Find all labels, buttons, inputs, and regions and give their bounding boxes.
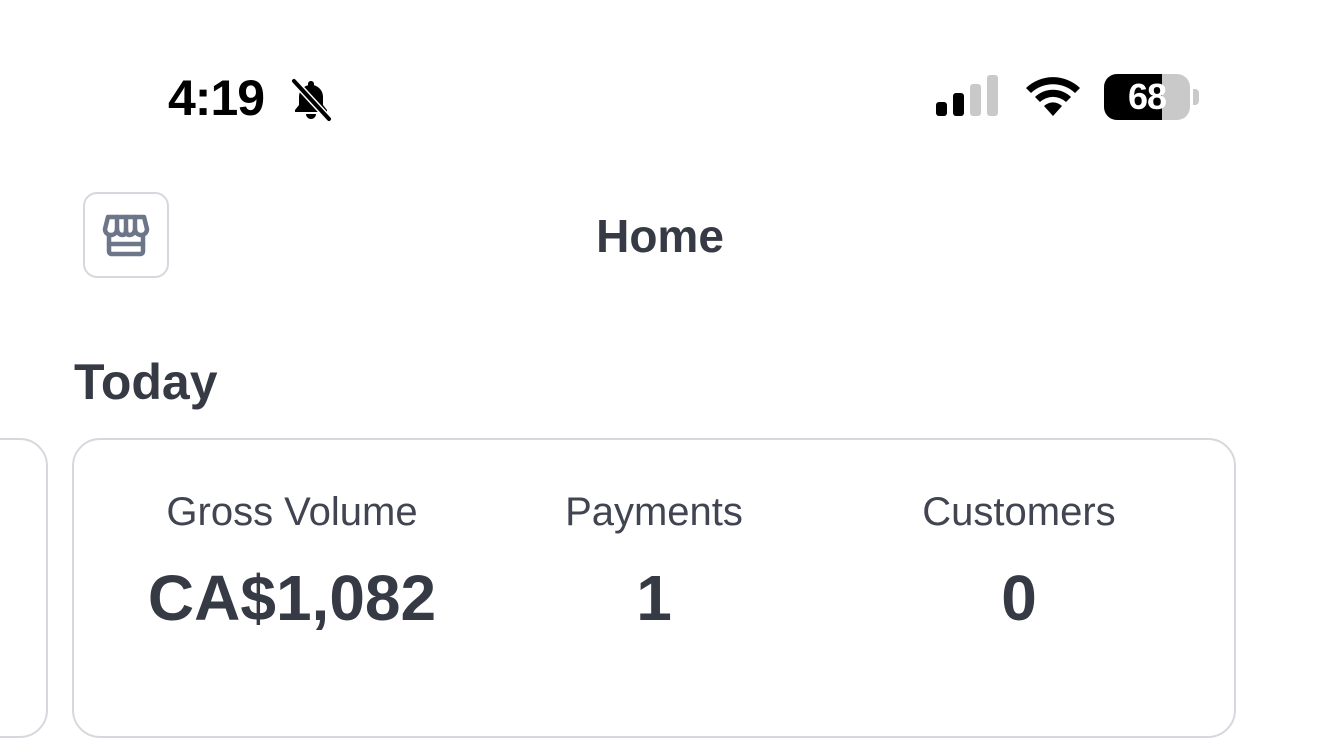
stat-value: 1 [636, 562, 672, 634]
battery-indicator: 68 [1104, 74, 1200, 120]
stat-label: Customers [922, 490, 1116, 534]
today-stats-card[interactable]: Gross Volume CA$1,082 Payments 1 Custome… [72, 438, 1236, 738]
section-title-today: Today [74, 354, 218, 410]
stat-label: Payments [565, 490, 743, 534]
status-time: 4:19 [168, 70, 265, 126]
page-title: Home [596, 210, 724, 262]
stat-value: 0 [1001, 562, 1037, 634]
stat-gross-volume: Gross Volume CA$1,082 [102, 488, 482, 634]
bell-slash-icon [290, 77, 333, 122]
wifi-icon [1026, 77, 1080, 116]
stat-customers: Customers 0 [829, 488, 1209, 634]
stat-payments: Payments 1 [464, 488, 844, 634]
stat-value: CA$1,082 [147, 562, 437, 634]
stat-label: Gross Volume [166, 490, 418, 534]
cellular-signal-icon [936, 75, 998, 116]
battery-tip [1193, 89, 1199, 105]
status-bar: 4:19 68 [0, 0, 1320, 160]
battery-level: 68 [1127, 76, 1167, 117]
previous-card-peek[interactable] [0, 438, 48, 738]
